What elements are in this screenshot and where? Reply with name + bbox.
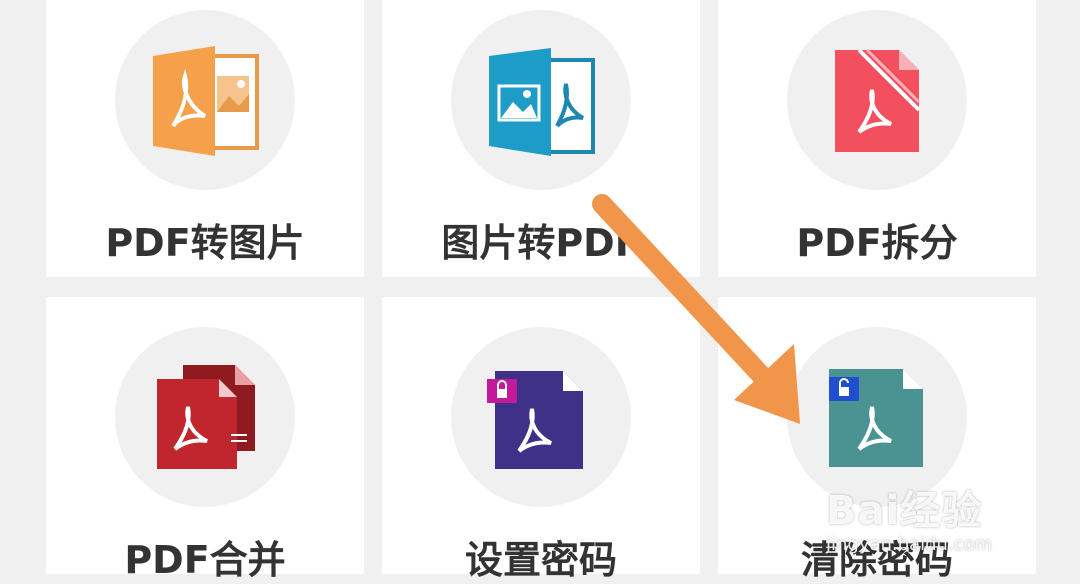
watermark-sub: jingyan.baidu.com <box>826 534 993 555</box>
tool-label: PDF合并 <box>124 538 286 582</box>
watermark-main: Bai经验 <box>826 488 983 534</box>
pdf-split-icon <box>787 10 967 190</box>
image-to-pdf-icon <box>451 10 631 190</box>
tool-set-password[interactable]: 设置密码 <box>382 297 700 582</box>
pdf-to-image-icon <box>115 10 295 190</box>
tool-label: 图片转PDF <box>441 221 641 265</box>
lock-pdf-icon <box>451 327 631 507</box>
tool-label: 设置密码 <box>464 538 617 582</box>
tool-pdf-to-image[interactable]: PDF转图片 <box>46 0 364 277</box>
tool-pdf-split[interactable]: PDF拆分 <box>718 0 1036 277</box>
tool-label: PDF转图片 <box>105 221 305 265</box>
tool-pdf-merge[interactable]: PDF合并 <box>46 297 364 582</box>
tool-image-to-pdf[interactable]: 图片转PDF <box>382 0 700 277</box>
tool-label: PDF拆分 <box>796 221 958 265</box>
pdf-merge-icon <box>115 327 295 507</box>
baidu-watermark: Bai经验 jingyan.baidu.com <box>826 478 992 555</box>
